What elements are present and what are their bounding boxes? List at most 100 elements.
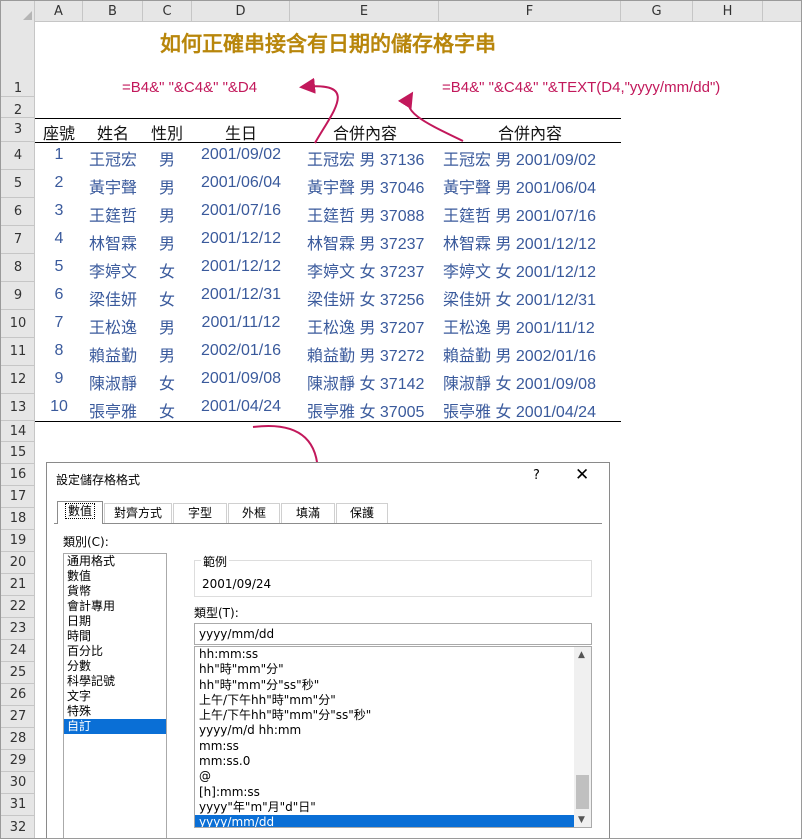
row-header[interactable]: 31 <box>1 794 35 816</box>
type-list-item[interactable]: [h]:mm:ss <box>195 785 575 800</box>
table-cell[interactable]: 2001/06/04 <box>181 174 301 192</box>
row-header[interactable]: 23 <box>1 618 35 640</box>
type-list-item[interactable]: @ <box>195 769 575 784</box>
category-item[interactable]: 時間 <box>64 629 166 644</box>
row-header[interactable]: 30 <box>1 772 35 794</box>
type-input[interactable]: yyyy/mm/dd <box>194 623 592 645</box>
row-header[interactable]: 18 <box>1 508 35 530</box>
tab-font[interactable]: 字型 <box>173 503 227 523</box>
table-cell[interactable]: 王冠宏 男 2001/09/02 <box>443 146 596 170</box>
table-cell[interactable]: 王筳哲 男 37088 <box>307 202 424 226</box>
category-list[interactable]: 通用格式 數值 貨幣 會計專用 日期 時間 百分比 分數 科學記號 文字 特殊 自訂 <box>63 553 167 838</box>
tab-protection[interactable]: 保護 <box>336 503 388 523</box>
col-header-c[interactable]: C <box>143 1 192 22</box>
category-item[interactable]: 特殊 <box>64 704 166 719</box>
formula-note-left[interactable]: =B4&" "&C4&" "&D4 <box>122 79 257 96</box>
type-list[interactable]: hh:mm:ss hh"時"mm"分" hh"時"mm"分"ss"秒" 上午/下午hh… <box>194 646 592 828</box>
row-header[interactable]: 26 <box>1 684 35 706</box>
table-cell[interactable]: 2001/12/12 <box>181 258 301 276</box>
category-item[interactable]: 日期 <box>64 614 166 629</box>
col-header-h[interactable]: H <box>693 1 763 22</box>
tab-alignment[interactable]: 對齊方式 <box>104 503 172 523</box>
table-cell[interactable]: 2001/09/08 <box>181 370 301 388</box>
table-cell[interactable]: 陳淑靜 女 37142 <box>307 370 424 394</box>
tab-fill[interactable]: 填滿 <box>281 503 335 523</box>
table-cell[interactable]: 2001/12/12 <box>181 230 301 248</box>
table-cell[interactable]: 李婷文 女 2001/12/12 <box>443 258 596 282</box>
category-item[interactable]: 自訂 <box>64 719 166 734</box>
row-header[interactable]: 16 <box>1 464 35 486</box>
table-cell[interactable]: 黃宇聲 男 2001/06/04 <box>443 174 596 198</box>
row-header[interactable]: 28 <box>1 728 35 750</box>
type-list-scrollbar[interactable]: ▲ ▼ <box>574 647 591 827</box>
category-item[interactable]: 分數 <box>64 659 166 674</box>
table-header-cell[interactable]: 生日 <box>181 120 301 144</box>
type-list-item[interactable]: hh"時"mm"分" <box>195 662 575 677</box>
table-cell[interactable]: 陳淑靜 女 2001/09/08 <box>443 370 596 394</box>
row-header[interactable]: 29 <box>1 750 35 772</box>
type-list-item[interactable]: 上午/下午hh"時"mm"分" <box>195 693 575 708</box>
col-header-b[interactable]: B <box>83 1 143 22</box>
sheet-title[interactable]: 如何正確串接含有日期的儲存格字串 <box>35 28 621 58</box>
row-header[interactable]: 22 <box>1 596 35 618</box>
type-list-item[interactable]: 上午/下午hh"時"mm"分"ss"秒" <box>195 708 575 723</box>
table-cell[interactable]: 林智霖 男 37237 <box>307 230 424 254</box>
table-cell[interactable]: 梁佳妍 女 2001/12/31 <box>443 286 596 310</box>
type-list-item[interactable]: yyyy/mm/dd <box>195 815 575 827</box>
table-cell[interactable]: 張亭雅 女 37005 <box>307 398 424 422</box>
table-cell[interactable]: 王松逸 男 2001/11/12 <box>443 314 595 338</box>
scroll-down-icon[interactable]: ▼ <box>578 815 585 825</box>
row-header[interactable]: 17 <box>1 486 35 508</box>
table-header-cell[interactable]: 合併內容 <box>305 120 425 144</box>
table-cell[interactable]: 2001/12/31 <box>181 286 301 304</box>
table-cell[interactable]: 2002/01/16 <box>181 342 301 360</box>
table-cell[interactable]: 賴益勤 男 37272 <box>307 342 424 366</box>
table-cell[interactable]: 2001/07/16 <box>181 202 301 220</box>
col-header-a[interactable]: A <box>35 1 83 22</box>
col-header-e[interactable]: E <box>290 1 439 22</box>
type-list-item[interactable]: yyyy/m/d hh:mm <box>195 723 575 738</box>
table-cell[interactable]: 2001/09/02 <box>181 146 301 164</box>
table-cell[interactable]: 賴益勤 男 2002/01/16 <box>443 342 596 366</box>
type-list-item[interactable]: hh:mm:ss <box>195 647 575 662</box>
row-header[interactable]: 24 <box>1 640 35 662</box>
close-icon[interactable]: ✕ <box>575 465 589 485</box>
row-header[interactable]: 27 <box>1 706 35 728</box>
category-item[interactable]: 通用格式 <box>64 554 166 569</box>
table-cell[interactable]: 王冠宏 男 37136 <box>307 146 424 170</box>
col-header-g[interactable]: G <box>621 1 693 22</box>
category-item[interactable]: 百分比 <box>64 644 166 659</box>
category-item[interactable]: 文字 <box>64 689 166 704</box>
row-header[interactable]: 20 <box>1 552 35 574</box>
col-header-d[interactable]: D <box>192 1 290 22</box>
col-header-f[interactable]: F <box>439 1 621 22</box>
table-cell[interactable]: 2001/04/24 <box>181 398 301 416</box>
category-item[interactable]: 科學記號 <box>64 674 166 689</box>
type-list-item[interactable]: yyyy"年"m"月"d"日" <box>195 800 575 815</box>
tab-border[interactable]: 外框 <box>228 503 280 523</box>
formula-note-right[interactable]: =B4&" "&C4&" "&TEXT(D4,"yyyy/mm/dd") <box>442 79 720 96</box>
scroll-up-icon[interactable]: ▲ <box>578 650 585 660</box>
scroll-thumb[interactable] <box>576 775 589 809</box>
table-cell[interactable]: 林智霖 男 2001/12/12 <box>443 230 596 254</box>
category-item[interactable]: 會計專用 <box>64 599 166 614</box>
row-header[interactable]: 32 <box>1 816 35 838</box>
row-header[interactable]: 25 <box>1 662 35 684</box>
type-list-item[interactable]: mm:ss.0 <box>195 754 575 769</box>
table-cell[interactable]: 梁佳妍 女 37256 <box>307 286 424 310</box>
select-all-corner[interactable] <box>1 1 35 22</box>
type-list-item[interactable]: hh"時"mm"分"ss"秒" <box>195 678 575 693</box>
table-cell[interactable]: 王松逸 男 37207 <box>307 314 424 338</box>
row-header[interactable]: 2 <box>1 97 35 118</box>
table-cell[interactable]: 2001/11/12 <box>181 314 301 332</box>
row-header[interactable]: 14 <box>1 421 35 442</box>
table-header-cell[interactable]: 合併內容 <box>470 120 590 144</box>
table-cell[interactable]: 李婷文 女 37237 <box>307 258 424 282</box>
table-cell[interactable]: 王筳哲 男 2001/07/16 <box>443 202 596 226</box>
category-item[interactable]: 貨幣 <box>64 584 166 599</box>
row-header[interactable]: 21 <box>1 574 35 596</box>
category-item[interactable]: 數值 <box>64 569 166 584</box>
row-header[interactable]: 15 <box>1 442 35 464</box>
table-cell[interactable]: 張亭雅 女 2001/04/24 <box>443 398 596 422</box>
tab-number[interactable]: 數值 <box>57 501 103 524</box>
